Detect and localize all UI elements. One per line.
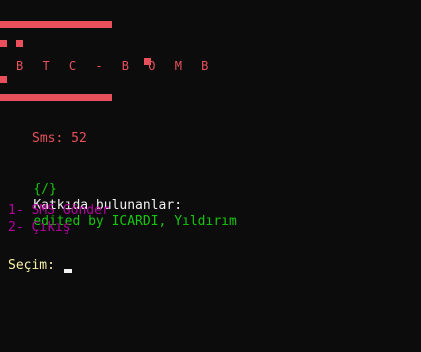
menu-item-sms-gonder: 1- SMS Gönder	[8, 203, 110, 218]
banner-block	[0, 76, 7, 83]
banner-block	[16, 40, 23, 47]
sms-count: Sms: 52	[32, 131, 87, 146]
menu-item-cikis: 2- Çıkış	[8, 220, 71, 235]
banner-logo-text: B T C - B O M B	[16, 59, 215, 73]
prompt-label: Seçim:	[8, 258, 55, 273]
banner-top-bar	[0, 21, 112, 28]
banner-block	[0, 40, 7, 47]
banner-bottom-bar	[0, 94, 112, 101]
terminal-window: B T C - B O M B Sms: 52 {/} Katkıda bulu…	[0, 0, 421, 352]
text-cursor[interactable]	[64, 269, 72, 273]
code-brace-icon: {/}	[33, 182, 57, 197]
